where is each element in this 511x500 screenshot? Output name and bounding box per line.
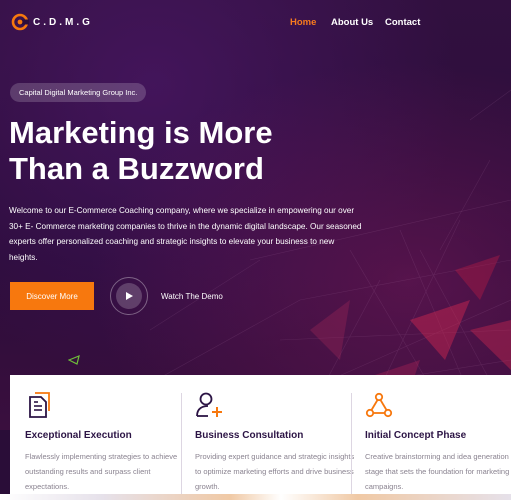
feature-text: Flawlessly implementing strategies to ac…	[25, 452, 178, 491]
feature-card-execution: Exceptional Execution Flawlessly impleme…	[10, 375, 180, 500]
nav-contact[interactable]: Contact	[385, 17, 420, 28]
play-button-inner	[116, 283, 142, 309]
play-icon	[126, 292, 133, 300]
bottom-strip	[0, 494, 511, 500]
feature-title: Business Consultation	[195, 430, 304, 441]
brand-logo[interactable]: C.D.M.G	[11, 13, 93, 31]
headline-line-1: Marketing is More	[9, 115, 273, 150]
nav-home[interactable]: Home	[290, 17, 316, 28]
play-video-button[interactable]	[110, 277, 148, 315]
feature-card-consultation: Business Consultation Providing expert g…	[182, 375, 355, 500]
feature-text: Providing expert guidance and strategic …	[195, 452, 355, 491]
hero-section: C.D.M.G Home About Us Contact Capital Di…	[0, 0, 511, 430]
triangle-icon	[68, 355, 80, 365]
company-badge: Capital Digital Marketing Group Inc.	[10, 83, 147, 102]
add-user-icon	[196, 392, 222, 417]
feature-title: Initial Concept Phase	[365, 430, 467, 441]
discover-more-button[interactable]: Discover More	[10, 282, 94, 310]
features-panel: Exceptional Execution Flawlessly impleme…	[10, 375, 511, 500]
feature-title: Exceptional Execution	[25, 430, 132, 441]
nav-about-us[interactable]: About Us	[331, 17, 373, 28]
document-icon	[29, 392, 50, 418]
headline-line-2: Than a Buzzword	[9, 151, 264, 186]
hero-headline: Marketing is More Than a Buzzword	[9, 115, 349, 187]
logo-icon	[11, 13, 29, 31]
brand-name: C.D.M.G	[33, 16, 93, 28]
network-icon	[365, 392, 393, 418]
watch-demo-link[interactable]: Watch The Demo	[161, 292, 223, 301]
feature-text: Creative brainstorming and idea generati…	[365, 452, 510, 491]
feature-card-concept: Initial Concept Phase Creative brainstor…	[352, 375, 511, 500]
hero-intro: Welcome to our E-Commerce Coaching compa…	[9, 206, 362, 262]
